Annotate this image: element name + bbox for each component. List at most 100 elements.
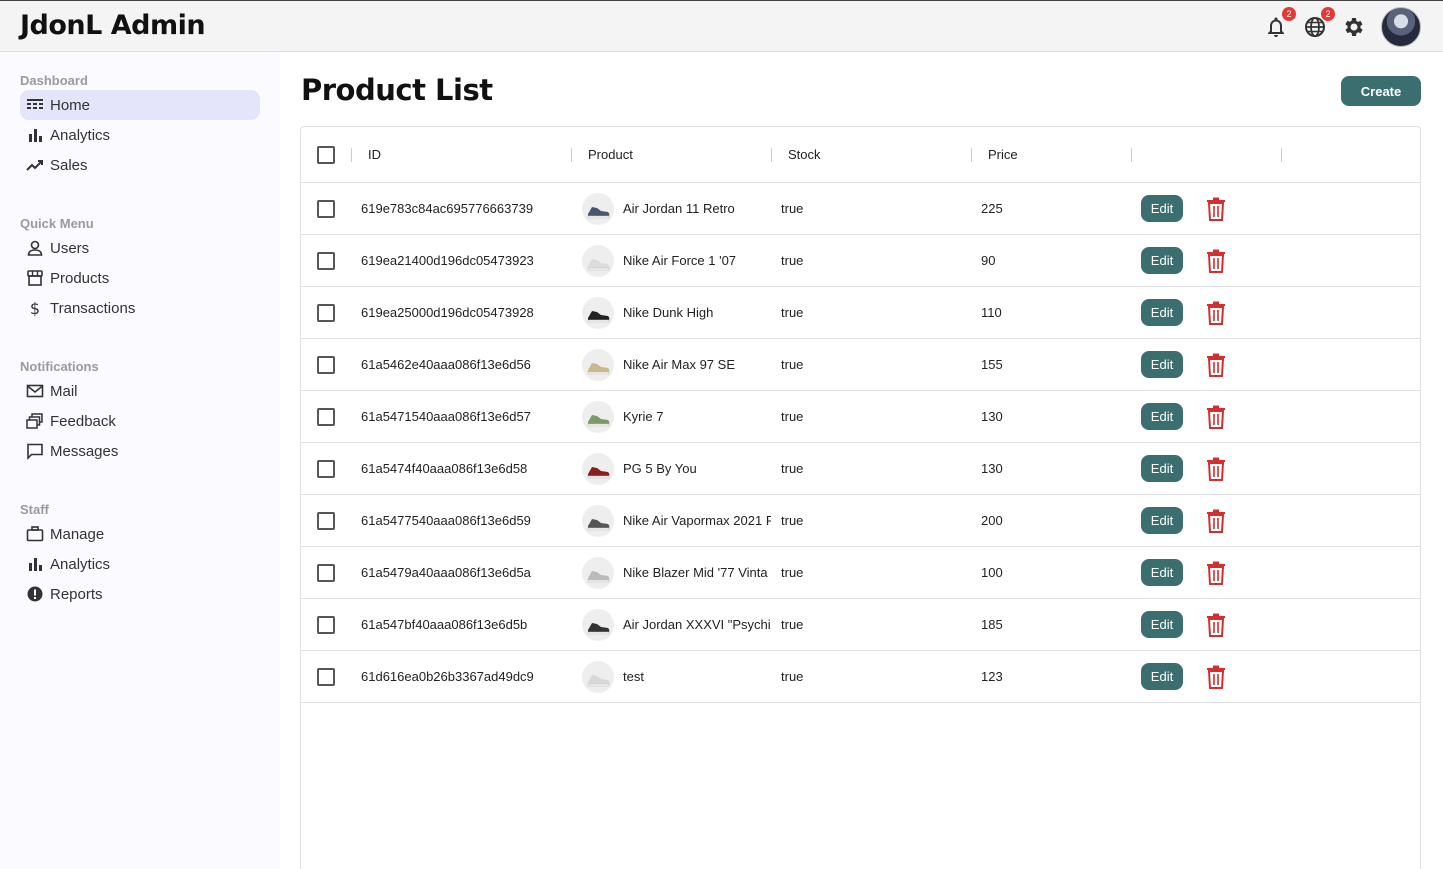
sidebar-item-label: Users: [50, 239, 90, 257]
product-name: Air Jordan XXXVI "Psychi: [623, 617, 771, 632]
report-icon: [26, 585, 44, 603]
edit-button[interactable]: Edit: [1141, 611, 1183, 638]
column-header-product[interactable]: Product: [588, 127, 633, 183]
row-checkbox[interactable]: [317, 512, 335, 530]
table-row[interactable]: 61a5479a40aaa086f13e6d5a Nike Blazer Mid …: [301, 547, 1420, 599]
sidebar-item-mail[interactable]: Mail: [20, 376, 260, 406]
delete-icon[interactable]: [1205, 665, 1227, 689]
column-header-stock[interactable]: Stock: [788, 127, 821, 183]
create-button[interactable]: Create: [1341, 76, 1421, 106]
product-name: test: [623, 669, 644, 684]
product-price: 90: [981, 253, 996, 268]
column-separator[interactable]: [1281, 148, 1282, 162]
sidebar-item-manage[interactable]: Manage: [20, 519, 260, 549]
table-row[interactable]: 61a5471540aaa086f13e6d57 Kyrie 7 true 130 Ed…: [301, 391, 1420, 443]
column-header-price[interactable]: Price: [988, 127, 1018, 183]
column-header-id[interactable]: ID: [368, 127, 381, 183]
edit-button[interactable]: Edit: [1141, 455, 1183, 482]
product-stock: true: [781, 513, 804, 528]
feedback-icon: [26, 412, 44, 430]
sidebar-section-title: Notifications: [20, 359, 99, 374]
product-stock: true: [781, 565, 804, 580]
product-stock: true: [781, 409, 804, 424]
product-name: Air Jordan 11 Retro: [623, 201, 735, 216]
column-separator[interactable]: [351, 148, 352, 162]
sidebar-item-label: Sales: [50, 156, 88, 174]
language-badge: 2: [1321, 7, 1335, 21]
app-logo[interactable]: JdonL Admin: [20, 10, 206, 41]
sidebar-item-home[interactable]: Home: [20, 90, 260, 120]
sidebar-section-title: Quick Menu: [20, 216, 94, 231]
table-row[interactable]: 619ea25000d196dc05473928 Nike Dunk High tr…: [301, 287, 1420, 339]
row-checkbox[interactable]: [317, 460, 335, 478]
table-row[interactable]: 61a5477540aaa086f13e6d59 Nike Air Vaporma…: [301, 495, 1420, 547]
delete-icon[interactable]: [1205, 249, 1227, 273]
product-stock: true: [781, 461, 804, 476]
sidebar-item-transactions[interactable]: $ Transactions: [20, 293, 260, 323]
column-separator[interactable]: [971, 148, 972, 162]
delete-icon[interactable]: [1205, 509, 1227, 533]
product-id: 619e783c84ac695776663739: [361, 201, 534, 216]
product-price: 130: [981, 409, 1003, 424]
table-row[interactable]: 61d616ea0b26b3367ad49dc9 test true 123 Edit: [301, 651, 1420, 703]
sidebar-item-users[interactable]: Users: [20, 233, 260, 263]
row-checkbox[interactable]: [317, 668, 335, 686]
column-separator[interactable]: [571, 148, 572, 162]
product-thumbnail: [582, 453, 614, 485]
select-all-checkbox[interactable]: [317, 146, 335, 164]
delete-icon[interactable]: [1205, 405, 1227, 429]
product-stock: true: [781, 305, 804, 320]
edit-button[interactable]: Edit: [1141, 299, 1183, 326]
product-id: 61a547bf40aaa086f13e6d5b: [361, 617, 528, 632]
product-id: 61a5474f40aaa086f13e6d58: [361, 461, 528, 476]
store-icon: [26, 269, 44, 287]
delete-icon[interactable]: [1205, 353, 1227, 377]
gear-icon[interactable]: [1342, 15, 1366, 39]
product-name: Nike Blazer Mid '77 Vinta: [623, 565, 768, 580]
globe-icon[interactable]: 2: [1303, 7, 1335, 39]
table-row[interactable]: 619ea21400d196dc05473923 Nike Air Force 1…: [301, 235, 1420, 287]
product-stock: true: [781, 357, 804, 372]
table-row[interactable]: 61a5462e40aaa086f13e6d56 Nike Air Max 97 …: [301, 339, 1420, 391]
sidebar-item-products[interactable]: Products: [20, 263, 260, 293]
column-separator[interactable]: [771, 148, 772, 162]
row-checkbox[interactable]: [317, 252, 335, 270]
product-price: 123: [981, 669, 1003, 684]
chat-icon: [26, 442, 44, 460]
delete-icon[interactable]: [1205, 613, 1227, 637]
edit-button[interactable]: Edit: [1141, 195, 1183, 222]
column-separator[interactable]: [1131, 148, 1132, 162]
sidebar-item-reports[interactable]: Reports: [20, 579, 260, 609]
edit-button[interactable]: Edit: [1141, 559, 1183, 586]
product-id: 61a5477540aaa086f13e6d59: [361, 513, 531, 528]
delete-icon[interactable]: [1205, 197, 1227, 221]
delete-icon[interactable]: [1205, 561, 1227, 585]
table-row[interactable]: 619e783c84ac695776663739 Air Jordan 11 Re…: [301, 183, 1420, 235]
sidebar-item-feedback[interactable]: Feedback: [20, 406, 260, 436]
bell-icon[interactable]: 2: [1264, 7, 1296, 39]
delete-icon[interactable]: [1205, 457, 1227, 481]
row-checkbox[interactable]: [317, 616, 335, 634]
row-checkbox[interactable]: [317, 408, 335, 426]
row-checkbox[interactable]: [317, 564, 335, 582]
row-checkbox[interactable]: [317, 200, 335, 218]
avatar[interactable]: [1381, 7, 1421, 47]
edit-button[interactable]: Edit: [1141, 507, 1183, 534]
product-thumbnail: [582, 609, 614, 641]
row-checkbox[interactable]: [317, 304, 335, 322]
edit-button[interactable]: Edit: [1141, 403, 1183, 430]
sidebar-item-messages[interactable]: Messages: [20, 436, 260, 466]
edit-button[interactable]: Edit: [1141, 247, 1183, 274]
sidebar-item-analytics[interactable]: Analytics: [20, 120, 260, 150]
product-id: 619ea21400d196dc05473923: [361, 253, 534, 268]
sidebar-item-sales[interactable]: Sales: [20, 150, 260, 180]
sidebar-item-staff-analytics[interactable]: Analytics: [20, 549, 260, 579]
edit-button[interactable]: Edit: [1141, 351, 1183, 378]
product-price: 200: [981, 513, 1003, 528]
edit-button[interactable]: Edit: [1141, 663, 1183, 690]
delete-icon[interactable]: [1205, 301, 1227, 325]
table-row[interactable]: 61a5474f40aaa086f13e6d58 PG 5 By You true 1…: [301, 443, 1420, 495]
table-row[interactable]: 61a547bf40aaa086f13e6d5b Air Jordan XXXVI…: [301, 599, 1420, 651]
sidebar-item-label: Products: [50, 269, 110, 287]
row-checkbox[interactable]: [317, 356, 335, 374]
